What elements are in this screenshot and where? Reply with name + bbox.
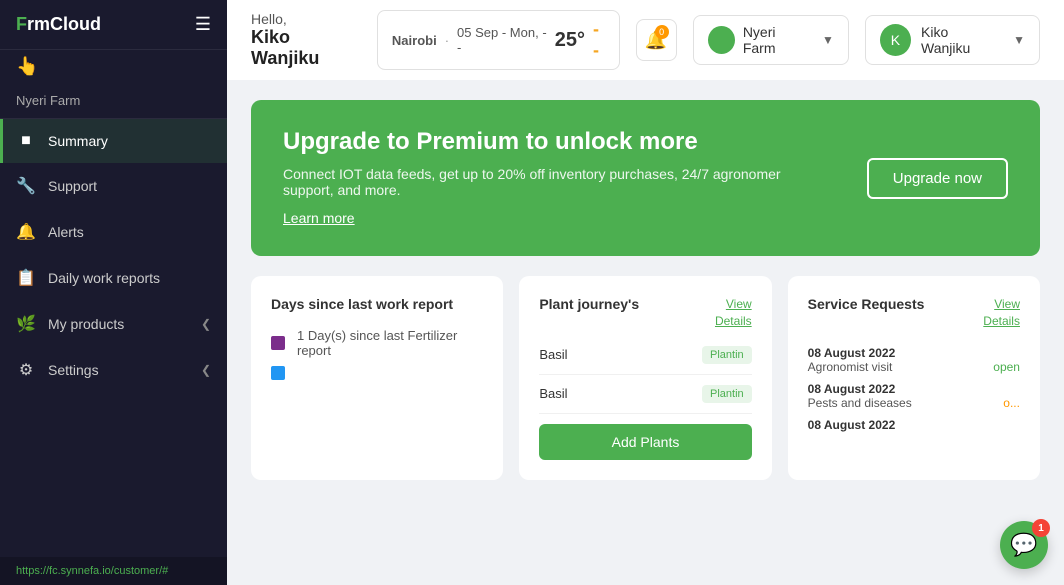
service-requests-content: 08 August 2022 Agronomist visit open 08 … xyxy=(808,346,1020,432)
plant-journeys-header: Plant journey's View Details xyxy=(539,296,751,330)
cards-row: Days since last work report 1 Day(s) sin… xyxy=(251,276,1040,480)
plant-row-1: Basil Plantin xyxy=(539,346,751,375)
plant-journeys-view-details[interactable]: View Details xyxy=(715,296,752,330)
greeting-hello: Hello, xyxy=(251,11,361,27)
user-avatar: K xyxy=(880,24,911,56)
days-report-header: Days since last work report xyxy=(271,296,483,312)
sidebar: FrmCloud ☰ 👆 Nyeri Farm ■ Summary 🔧 Supp… xyxy=(0,0,227,585)
sidebar-item-daily-work-reports[interactable]: 📋 Daily work reports xyxy=(0,255,227,301)
upgrade-banner: Upgrade to Premium to unlock more Connec… xyxy=(251,100,1040,256)
service-desc-2: Pests and diseases xyxy=(808,396,912,410)
report-bar-text: 1 Day(s) since last Fertilizer report xyxy=(297,328,483,358)
learn-more-link[interactable]: Learn more xyxy=(283,210,355,226)
days-report-title: Days since last work report xyxy=(271,296,453,312)
plant-journeys-card: Plant journey's View Details Basil Plant… xyxy=(519,276,771,480)
user-chevron-icon: ▼ xyxy=(1013,33,1025,47)
sidebar-item-settings[interactable]: ⚙ Settings ❮ xyxy=(0,347,227,393)
farm-avatar xyxy=(708,26,735,54)
my-products-icon: 🌿 xyxy=(16,314,36,334)
my-products-arrow-icon: ❮ xyxy=(201,317,211,331)
user-menu[interactable]: K Kiko Wanjiku ▼ xyxy=(865,15,1040,65)
chat-button[interactable]: 💬 1 xyxy=(1000,521,1048,569)
add-plants-button[interactable]: Add Plants xyxy=(539,424,751,460)
notification-badge: 0 xyxy=(655,25,669,39)
sidebar-item-label-summary: Summary xyxy=(48,133,108,149)
service-entry-2: 08 August 2022 Pests and diseases o... xyxy=(808,382,1020,410)
topbar: Hello, Kiko Wanjiku Nairobi · 05 Sep - M… xyxy=(227,0,1064,80)
purple-bar-icon xyxy=(271,336,285,350)
sidebar-item-label-daily-work-reports: Daily work reports xyxy=(48,270,160,286)
sidebar-item-label-my-products: My products xyxy=(48,316,124,332)
weather-widget: Nairobi · 05 Sep - Mon, -- 25° -- xyxy=(377,10,620,70)
plant-journeys-content: Basil Plantin Basil Plantin Add Plants xyxy=(539,346,751,460)
sidebar-item-my-products[interactable]: 🌿 My products ❮ xyxy=(0,301,227,347)
sidebar-item-alerts[interactable]: 🔔 Alerts xyxy=(0,209,227,255)
content-area: Upgrade to Premium to unlock more Connec… xyxy=(227,80,1064,585)
service-requests-card: Service Requests View Details 08 August … xyxy=(788,276,1040,480)
support-icon: 🔧 xyxy=(16,176,36,196)
weather-condition: -- xyxy=(593,19,604,61)
chat-icon: 💬 xyxy=(1010,532,1037,558)
summary-icon: ■ xyxy=(16,132,36,150)
upgrade-title: Upgrade to Premium to unlock more xyxy=(283,128,833,156)
service-date-1: 08 August 2022 xyxy=(808,346,1020,360)
greeting: Hello, Kiko Wanjiku xyxy=(251,11,361,69)
service-status-1[interactable]: open xyxy=(993,360,1020,374)
farm-name: Nyeri Farm xyxy=(0,83,227,119)
sidebar-item-label-settings: Settings xyxy=(48,362,99,378)
days-report-content: 1 Day(s) since last Fertilizer report xyxy=(271,328,483,380)
weather-location: Nairobi xyxy=(392,33,437,48)
days-report-card: Days since last work report 1 Day(s) sin… xyxy=(251,276,503,480)
blue-bar-icon xyxy=(271,366,285,380)
notification-button[interactable]: 🔔 0 xyxy=(636,19,677,61)
service-status-2[interactable]: o... xyxy=(1003,396,1020,410)
sidebar-nav: ■ Summary 🔧 Support 🔔 Alerts 📋 Daily wor… xyxy=(0,119,227,557)
service-desc-1: Agronomist visit xyxy=(808,360,893,374)
weather-separator: · xyxy=(445,33,449,48)
report-bar-label: 1 Day(s) since last Fertilizer report xyxy=(297,328,483,358)
sidebar-item-summary[interactable]: ■ Summary xyxy=(0,119,227,163)
plant-badge-2: Plantin xyxy=(702,385,752,403)
upgrade-description: Connect IOT data feeds, get up to 20% of… xyxy=(283,166,833,198)
chat-notification-badge: 1 xyxy=(1032,519,1050,537)
service-requests-header: Service Requests View Details xyxy=(808,296,1020,330)
plant-name-2: Basil xyxy=(539,386,567,401)
daily-reports-icon: 📋 xyxy=(16,268,36,288)
farm-widget-name: Nyeri Farm xyxy=(743,24,810,56)
service-detail-1: Agronomist visit open xyxy=(808,360,1020,374)
service-requests-title: Service Requests xyxy=(808,296,925,312)
sidebar-item-label-alerts: Alerts xyxy=(48,224,84,240)
main-content: Hello, Kiko Wanjiku Nairobi · 05 Sep - M… xyxy=(227,0,1064,585)
service-date-3: 08 August 2022 xyxy=(808,418,1020,432)
greeting-name: Kiko Wanjiku xyxy=(251,27,361,69)
sidebar-footer-url: https://fc.synnefa.io/customer/# xyxy=(0,557,227,585)
sidebar-item-support[interactable]: 🔧 Support xyxy=(0,163,227,209)
alerts-icon: 🔔 xyxy=(16,222,36,242)
settings-icon: ⚙ xyxy=(16,360,36,380)
plant-journeys-title: Plant journey's xyxy=(539,296,639,312)
service-requests-view-details[interactable]: View Details xyxy=(983,296,1020,330)
hamburger-icon[interactable]: ☰ xyxy=(195,14,211,35)
upgrade-now-button[interactable]: Upgrade now xyxy=(867,158,1008,199)
service-detail-2: Pests and diseases o... xyxy=(808,396,1020,410)
sidebar-logo: FrmCloud ☰ xyxy=(0,0,227,50)
user-name: Kiko Wanjiku xyxy=(921,24,999,56)
plant-badge-1: Plantin xyxy=(702,346,752,364)
upgrade-text: Upgrade to Premium to unlock more Connec… xyxy=(283,128,833,228)
farm-selector[interactable]: Nyeri Farm ▼ xyxy=(693,15,849,65)
report-bar-1: 1 Day(s) since last Fertilizer report xyxy=(271,328,483,358)
service-entry-1: 08 August 2022 Agronomist visit open xyxy=(808,346,1020,374)
logo: FrmCloud xyxy=(16,14,101,35)
settings-arrow-icon: ❮ xyxy=(201,363,211,377)
sidebar-item-label-support: Support xyxy=(48,178,97,194)
cursor-area: 👆 xyxy=(0,50,227,83)
farm-chevron-icon: ▼ xyxy=(822,33,834,47)
service-entry-3: 08 August 2022 xyxy=(808,418,1020,432)
service-date-2: 08 August 2022 xyxy=(808,382,1020,396)
weather-temp: 25° xyxy=(555,29,585,52)
plant-name-1: Basil xyxy=(539,347,567,362)
report-bar-2 xyxy=(271,366,483,380)
weather-date: 05 Sep - Mon, -- xyxy=(457,25,547,55)
plant-row-2: Basil Plantin xyxy=(539,385,751,414)
